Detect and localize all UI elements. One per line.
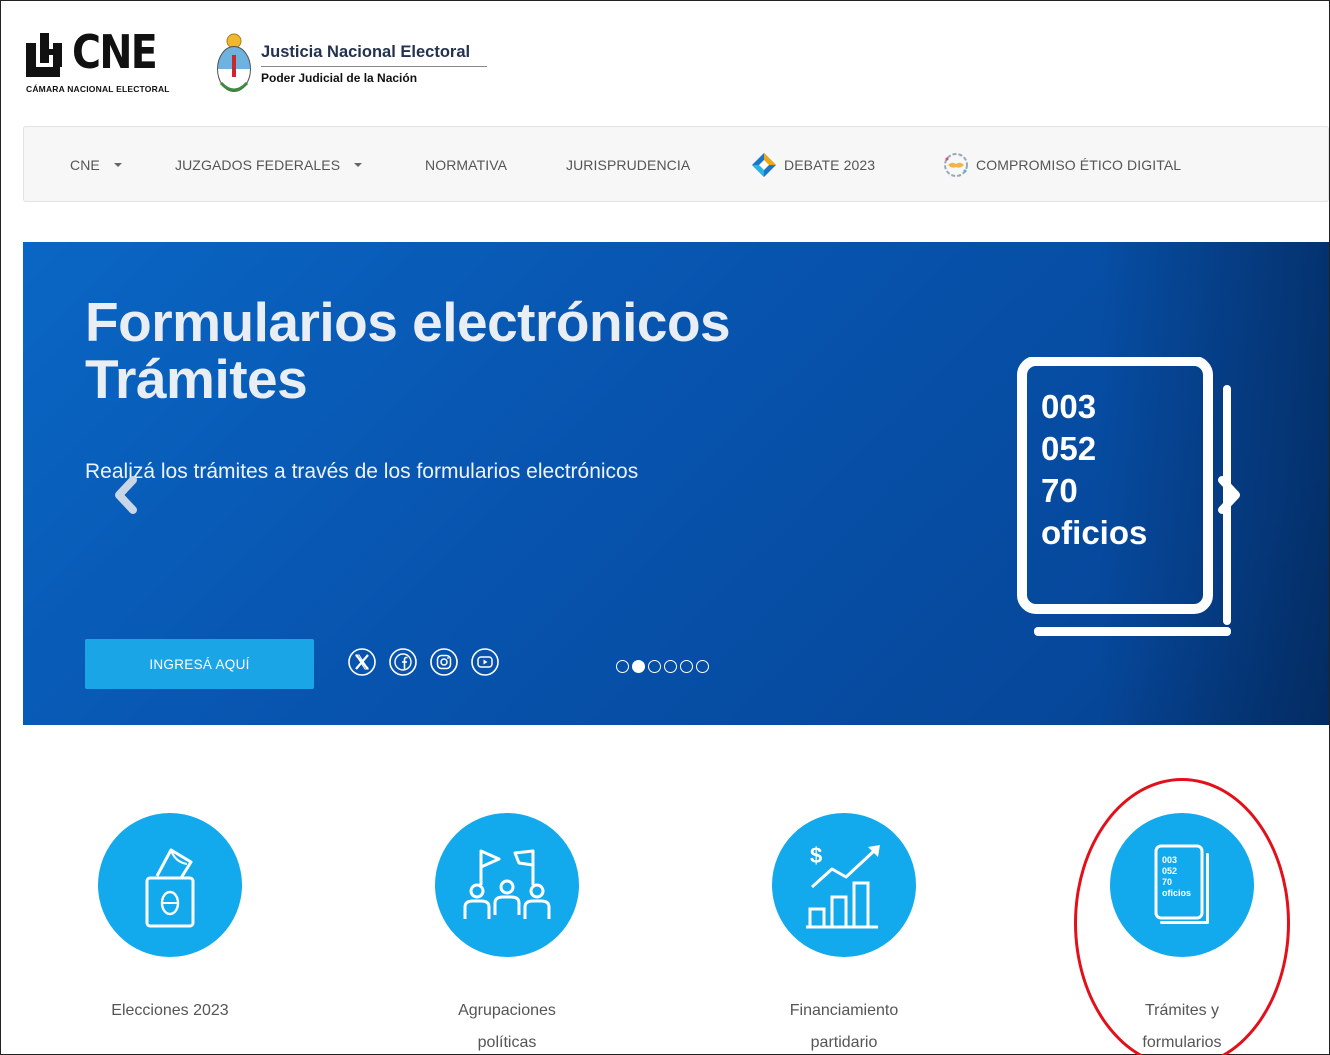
forms-tablet-line: 70 [1041, 472, 1078, 509]
tile-label: Financiamiento partidario [759, 995, 929, 1055]
nav-item-juzgados-federales[interactable]: JUZGADOS FEDERALES [175, 127, 363, 203]
tile-circle: $ [772, 813, 916, 957]
nav-item-label: COMPROMISO ÉTICO DIGITAL [976, 157, 1182, 173]
forms-tablet-line: oficios [1041, 514, 1148, 551]
jne-title: Justicia Nacional Electoral [261, 43, 471, 61]
cne-mark-icon [26, 33, 62, 77]
nav-item-debate-2023[interactable]: DEBATE 2023 [750, 127, 875, 203]
debate-diamond-icon [752, 153, 776, 177]
site-header: CNE CÁMARA NACIONAL ELECTORAL Justicia N… [1, 1, 1330, 126]
forms-tablet-text: 003 052 70 oficios [1041, 386, 1147, 554]
hero-title-line: Trámites [85, 348, 308, 410]
tile-circle [435, 813, 579, 957]
hero-carousel: Formularios electrónicos Trámites Realiz… [23, 242, 1329, 725]
carousel-dot-4[interactable] [664, 660, 677, 673]
nav-item-compromiso-etico-digital[interactable]: COMPROMISO ÉTICO DIGITAL [942, 127, 1181, 203]
forms-tablet-line: 003 [1041, 388, 1097, 425]
caret-down-icon [113, 163, 122, 167]
tile-label-line: Agrupaciones [458, 1002, 556, 1019]
argentina-seal-icon [217, 33, 251, 92]
nav-item-label: JUZGADOS FEDERALES [175, 157, 341, 173]
svg-text:$: $ [810, 843, 822, 868]
carousel-dot-3[interactable] [648, 660, 661, 673]
carousel-dot-5[interactable] [680, 660, 693, 673]
hero-title-line: Formularios electrónicos [85, 291, 731, 353]
carousel-prev-arrow-icon[interactable] [111, 474, 139, 516]
jne-divider [261, 66, 487, 67]
carousel-dot-6[interactable] [696, 660, 709, 673]
tile-label-line: Elecciones 2023 [111, 1002, 229, 1019]
nav-item-label: DEBATE 2023 [784, 157, 876, 173]
financing-chart-icon: $ [806, 843, 880, 929]
nav-item-label: CNE [70, 157, 100, 173]
tile-label-line: partidario [810, 1034, 878, 1051]
red-highlight-circle [1074, 778, 1290, 1055]
nav-item-label: NORMATIVA [425, 157, 508, 173]
carousel-dot-2[interactable] [632, 660, 645, 673]
tile-label-line: Financiamiento [789, 1002, 899, 1019]
jne-logo[interactable]: Justicia Nacional Electoral Poder Judici… [215, 31, 505, 97]
facebook-icon[interactable] [388, 647, 418, 677]
jne-subtitle: Poder Judicial de la Nación [261, 71, 418, 85]
tile-circle [98, 813, 242, 957]
x-icon[interactable] [347, 647, 377, 677]
cne-logo-subtitle: CÁMARA NACIONAL ELECTORAL [26, 84, 170, 94]
nav-item-cne[interactable]: CNE [70, 127, 122, 203]
carousel-dot-1[interactable] [616, 660, 629, 673]
cne-logo-text: CNE [72, 25, 158, 79]
youtube-icon[interactable] [470, 647, 500, 677]
tile-elecciones-2023[interactable]: Elecciones 2023 [85, 813, 255, 1027]
main-navbar: CNE JUZGADOS FEDERALES NORMATIVA JURISPR… [23, 126, 1329, 202]
hero-subtitle: Realizá los trámites a través de los for… [85, 460, 639, 483]
tile-financiamiento-partidario[interactable]: $ Financiamiento partidario [759, 813, 929, 1055]
ingresa-aqui-button[interactable]: INGRESÁ AQUÍ [85, 639, 314, 689]
tile-label-line: políticas [477, 1034, 537, 1051]
nav-item-label: JURISPRUDENCIA [566, 157, 691, 173]
caret-down-icon [354, 163, 363, 167]
tile-agrupaciones-politicas[interactable]: Agrupaciones políticas [422, 813, 592, 1055]
nav-item-normativa[interactable]: NORMATIVA [425, 127, 507, 203]
hero-title: Formularios electrónicos Trámites [85, 291, 731, 410]
cne-logo[interactable]: CNE CÁMARA NACIONAL ELECTORAL [26, 25, 186, 99]
compromiso-handshake-icon [944, 153, 968, 177]
instagram-icon[interactable] [429, 647, 459, 677]
ballot-box-icon [145, 848, 195, 928]
tile-label: Elecciones 2023 [85, 995, 255, 1027]
carousel-indicators [616, 660, 709, 673]
political-groups-icon [463, 849, 551, 919]
forms-tablet-line: 052 [1041, 430, 1097, 467]
nav-item-jurisprudencia[interactable]: JURISPRUDENCIA [566, 127, 690, 203]
tile-label: Agrupaciones políticas [422, 995, 592, 1055]
